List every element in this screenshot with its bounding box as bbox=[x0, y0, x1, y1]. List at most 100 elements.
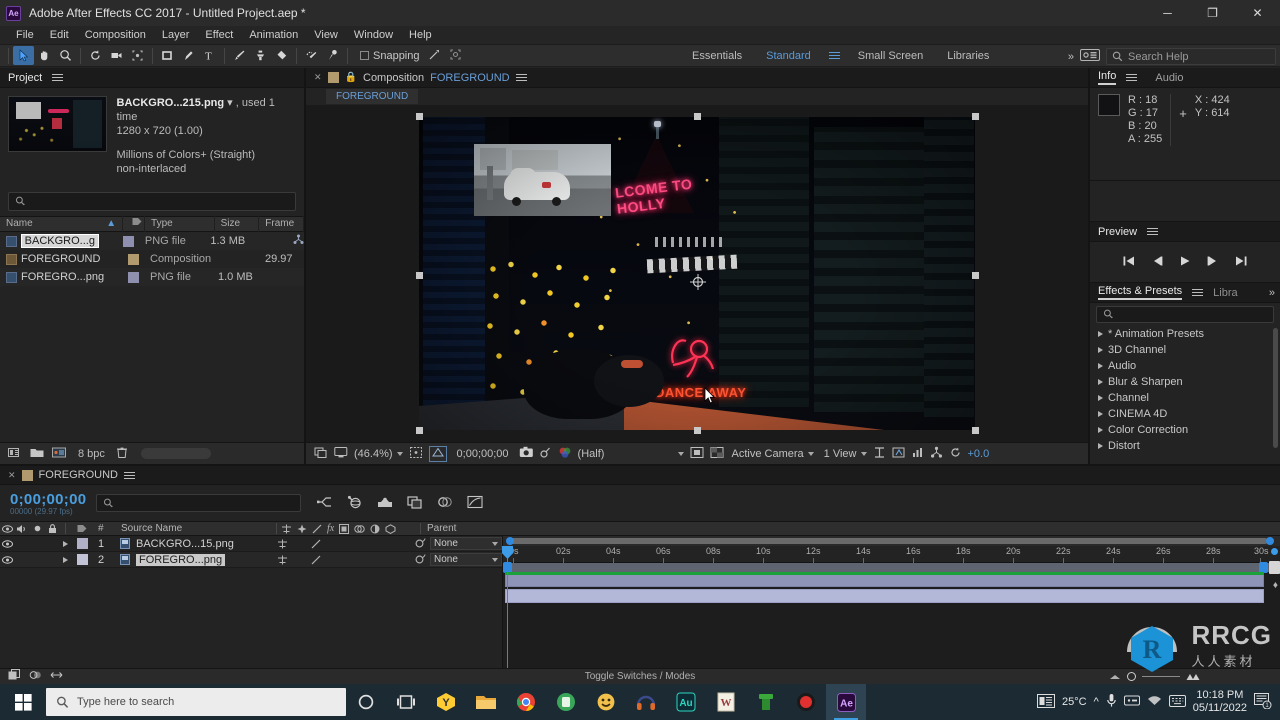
show-snapshot-icon[interactable] bbox=[539, 446, 552, 461]
workspace-standard[interactable]: Standard bbox=[754, 45, 823, 68]
eraser-tool-icon[interactable] bbox=[271, 46, 292, 65]
effects-item-blur-sharpen[interactable]: Blur & Sharpen bbox=[1090, 374, 1280, 390]
zoom-tool-icon[interactable] bbox=[55, 46, 76, 65]
layer-visibility-icon[interactable] bbox=[0, 555, 14, 564]
effects-panel-menu-icon[interactable] bbox=[1192, 287, 1204, 298]
chevron-up-icon[interactable]: ^ bbox=[1094, 696, 1099, 708]
project-col-frame[interactable]: Frame ... bbox=[259, 216, 305, 245]
pixel-aspect-correction-icon[interactable] bbox=[873, 446, 886, 462]
layer-name[interactable]: FOREGRO...png bbox=[136, 553, 226, 566]
hand-tool-icon[interactable] bbox=[34, 46, 55, 65]
new-folder-icon[interactable] bbox=[30, 446, 45, 462]
workspace-essentials[interactable]: Essentials bbox=[680, 45, 754, 68]
toggle-switches-modes-label[interactable]: Toggle Switches / Modes bbox=[585, 671, 696, 682]
layer-name[interactable]: BACKGRO...15.png bbox=[136, 538, 234, 550]
project-col-size[interactable]: Size bbox=[215, 216, 260, 232]
view-layout-dropdown[interactable]: 1 View bbox=[824, 448, 867, 460]
project-row-name[interactable]: FOREGROUND bbox=[21, 253, 122, 265]
comp-end-marker[interactable] bbox=[1269, 561, 1280, 574]
headphone-app-icon[interactable] bbox=[626, 684, 666, 720]
selection-handle-tc[interactable] bbox=[694, 113, 701, 120]
menu-file[interactable]: File bbox=[8, 26, 42, 44]
taskbar-search-input[interactable]: Type here to search bbox=[46, 688, 346, 716]
effects-item-audio[interactable]: Audio bbox=[1090, 358, 1280, 374]
viewer-timecode[interactable]: 0;00;00;00 bbox=[457, 448, 509, 460]
frame-blending-icon[interactable] bbox=[407, 495, 423, 512]
brush-tool-icon[interactable] bbox=[229, 46, 250, 65]
snapshot-icon[interactable] bbox=[519, 446, 534, 461]
resolution-dropdown[interactable]: (Half) bbox=[578, 448, 684, 460]
timeline-ruler[interactable]: 0s 02s 04s 06s 08s 10s 12s 14s 16s 18s 2… bbox=[503, 546, 1280, 563]
news-icon[interactable] bbox=[1037, 693, 1055, 711]
selection-handle-tl[interactable] bbox=[416, 113, 423, 120]
timeline-tab-label[interactable]: FOREGROUND bbox=[39, 469, 118, 481]
channels-icon[interactable] bbox=[558, 446, 572, 462]
keyboard-icon[interactable] bbox=[1168, 694, 1186, 710]
type-tool-icon[interactable]: T bbox=[199, 46, 220, 65]
audition-icon[interactable]: Au bbox=[666, 684, 706, 720]
main-viewer-icon[interactable] bbox=[334, 446, 348, 462]
workspace-menu-icon[interactable] bbox=[823, 50, 846, 64]
layer-parent-dropdown[interactable]: None bbox=[430, 553, 502, 566]
camera-dropdown[interactable]: Active Camera bbox=[732, 448, 814, 460]
menu-effect[interactable]: Effect bbox=[197, 26, 241, 44]
puppet-pin-tool-icon[interactable] bbox=[322, 46, 343, 65]
maximize-button[interactable]: ❐ bbox=[1190, 0, 1235, 26]
draft-3d-icon[interactable] bbox=[347, 495, 363, 512]
start-button[interactable] bbox=[0, 684, 46, 720]
selection-handle-br[interactable] bbox=[972, 427, 979, 434]
label-swatch[interactable] bbox=[127, 253, 139, 265]
project-row-background[interactable]: BACKGRO...g PNG file 1.3 MB bbox=[0, 232, 304, 250]
composition-panel-menu-icon[interactable] bbox=[515, 72, 527, 83]
bit-depth-label[interactable]: 8 bpc bbox=[78, 448, 105, 460]
comp-flowchart-icon[interactable] bbox=[930, 446, 943, 462]
transparency-grid-icon[interactable] bbox=[710, 446, 724, 462]
green-app-icon[interactable] bbox=[546, 684, 586, 720]
previous-frame-icon[interactable] bbox=[1150, 255, 1164, 270]
project-row-foreground-comp[interactable]: FOREGROUND Composition 29.97 bbox=[0, 250, 304, 268]
effects-item-3d-channel[interactable]: 3D Channel bbox=[1090, 342, 1280, 358]
cortana-icon[interactable] bbox=[346, 684, 386, 720]
tab-info[interactable]: Info bbox=[1098, 70, 1117, 85]
playhead-line[interactable] bbox=[507, 546, 508, 668]
label-swatch[interactable] bbox=[122, 235, 134, 247]
snapping-toggle[interactable]: Snapping bbox=[360, 50, 420, 62]
selection-handle-tr[interactable] bbox=[972, 113, 979, 120]
adobe-stock-icon[interactable] bbox=[1080, 48, 1100, 65]
word-icon[interactable]: W bbox=[706, 684, 746, 720]
effects-item-cinema-4d[interactable]: CINEMA 4D bbox=[1090, 406, 1280, 422]
layer-label-swatch[interactable] bbox=[76, 554, 88, 565]
tab-preview[interactable]: Preview bbox=[1098, 226, 1137, 238]
selection-handle-mr[interactable] bbox=[972, 272, 979, 279]
effects-item-color-correction[interactable]: Color Correction bbox=[1090, 422, 1280, 438]
effects-overflow-icon[interactable]: » bbox=[1269, 287, 1280, 299]
file-explorer-icon[interactable] bbox=[466, 684, 506, 720]
effects-scrollbar[interactable] bbox=[1273, 328, 1278, 448]
microphone-icon[interactable] bbox=[1106, 693, 1117, 711]
interpret-footage-icon[interactable] bbox=[8, 446, 23, 462]
timeline-zoom-scrollbar[interactable] bbox=[503, 536, 1280, 546]
effects-search-input[interactable] bbox=[1096, 306, 1274, 323]
composition-viewport[interactable]: LCOME TO HOLLY bbox=[306, 105, 1088, 442]
close-tab-icon[interactable]: ✕ bbox=[8, 470, 16, 481]
project-col-name[interactable]: Name bbox=[6, 216, 33, 232]
timeline-comp-marker-icon[interactable]: ♦ bbox=[1273, 580, 1278, 591]
record-app-icon[interactable] bbox=[786, 684, 826, 720]
new-composition-icon[interactable] bbox=[52, 446, 67, 462]
after-effects-icon[interactable]: Ae bbox=[826, 684, 866, 720]
always-preview-icon[interactable] bbox=[314, 446, 328, 462]
selection-tool-icon[interactable] bbox=[13, 46, 34, 65]
tab-project[interactable]: Project bbox=[8, 72, 42, 84]
transfer-controls-icon[interactable] bbox=[29, 669, 42, 684]
label-swatch[interactable] bbox=[127, 271, 139, 283]
timeline-scroll-left-handle[interactable] bbox=[506, 537, 514, 545]
menu-view[interactable]: View bbox=[306, 26, 346, 44]
close-button[interactable]: ✕ bbox=[1235, 0, 1280, 26]
parent-pickwhip-icon[interactable] bbox=[410, 554, 430, 565]
menu-help[interactable]: Help bbox=[401, 26, 440, 44]
timeline-search-input[interactable] bbox=[96, 494, 302, 512]
project-row-foreground-png[interactable]: FOREGRO...png PNG file 1.0 MB bbox=[0, 268, 304, 286]
pan-behind-tool-icon[interactable] bbox=[127, 46, 148, 65]
layer-label-swatch[interactable] bbox=[76, 538, 88, 549]
graph-editor-icon[interactable] bbox=[467, 495, 483, 512]
